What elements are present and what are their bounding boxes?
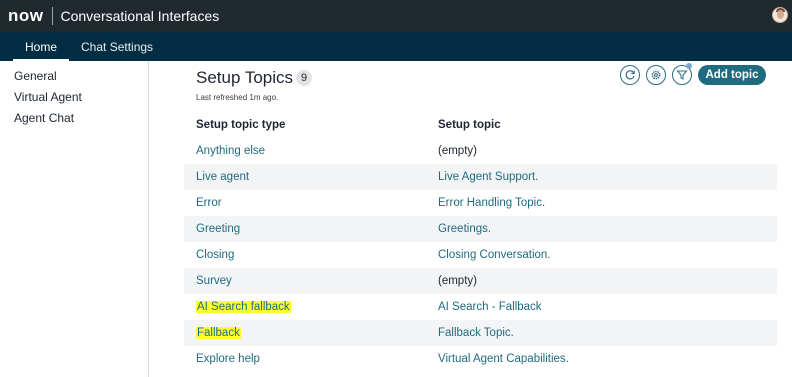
table-row: Live agent Live Agent Support. xyxy=(184,164,777,190)
topic-type-link[interactable]: Explore help xyxy=(196,353,260,365)
topic-type-link[interactable]: Anything else xyxy=(196,145,265,157)
top-header: now Conversational Interfaces xyxy=(0,0,792,32)
topic-link[interactable]: Error Handling Topic. xyxy=(438,197,545,209)
topic-value: (empty) xyxy=(438,145,477,157)
topic-type-link-highlighted[interactable]: Fallback xyxy=(196,327,241,339)
topic-link[interactable]: Fallback Topic. xyxy=(438,327,514,339)
refresh-icon xyxy=(625,70,635,80)
refresh-button[interactable] xyxy=(620,65,640,85)
app-title: Conversational Interfaces xyxy=(60,8,220,24)
topic-link[interactable]: AI Search - Fallback xyxy=(438,301,542,313)
user-avatar[interactable] xyxy=(772,7,788,23)
table-row: Fallback Fallback Topic. xyxy=(184,320,777,346)
last-refreshed-text: Last refreshed 1m ago. xyxy=(196,93,279,102)
topic-count-badge: 9 xyxy=(296,70,312,86)
topic-type-link[interactable]: Closing xyxy=(196,249,234,261)
table-row: Survey (empty) xyxy=(184,268,777,294)
nav-bar: Home Chat Settings xyxy=(0,32,792,61)
table-row: Closing Closing Conversation. xyxy=(184,242,777,268)
topic-type-link[interactable]: Survey xyxy=(196,275,232,287)
setup-topics-table: Setup topic type Setup topic Anything el… xyxy=(184,112,777,372)
sidebar-item-general[interactable]: General xyxy=(0,66,148,87)
sidebar-item-virtual-agent[interactable]: Virtual Agent xyxy=(0,87,148,108)
topic-link[interactable]: Greetings. xyxy=(438,223,491,235)
topic-type-link[interactable]: Live agent xyxy=(196,171,249,183)
sidebar: General Virtual Agent Agent Chat xyxy=(0,61,149,377)
tab-home[interactable]: Home xyxy=(13,32,70,61)
topic-value: (empty) xyxy=(438,275,477,287)
avatar-face xyxy=(777,10,784,19)
table-row: Explore help Virtual Agent Capabilities. xyxy=(184,346,777,372)
topic-type-link-highlighted[interactable]: AI Search fallback xyxy=(196,301,291,313)
filter-icon xyxy=(676,70,688,80)
add-topic-button[interactable]: Add topic xyxy=(698,65,766,85)
sidebar-item-agent-chat[interactable]: Agent Chat xyxy=(0,108,148,129)
settings-button[interactable] xyxy=(646,65,666,85)
topic-link[interactable]: Virtual Agent Capabilities. xyxy=(438,353,569,365)
column-header-topic[interactable]: Setup topic xyxy=(438,119,777,131)
main-content: Setup Topics 9 Last refreshed 1m ago. Ad… xyxy=(150,61,792,377)
column-header-type[interactable]: Setup topic type xyxy=(184,119,438,131)
header-divider xyxy=(51,7,53,25)
topic-type-link[interactable]: Greeting xyxy=(196,223,240,235)
servicenow-logo[interactable]: now xyxy=(8,6,44,26)
table-row: AI Search fallback AI Search - Fallback xyxy=(184,294,777,320)
table-row: Greeting Greetings. xyxy=(184,216,777,242)
filter-button[interactable] xyxy=(672,63,692,85)
table-row: Anything else (empty) xyxy=(184,138,777,164)
table-row: Error Error Handling Topic. xyxy=(184,190,777,216)
topic-link[interactable]: Live Agent Support. xyxy=(438,171,538,183)
tab-chat-settings[interactable]: Chat Settings xyxy=(69,32,165,61)
topic-type-link[interactable]: Error xyxy=(196,197,222,209)
page-title: Setup Topics xyxy=(196,68,294,87)
filter-indicator-dot xyxy=(686,63,692,69)
table-header: Setup topic type Setup topic xyxy=(184,112,777,138)
topic-link[interactable]: Closing Conversation. xyxy=(438,249,551,261)
gear-icon xyxy=(651,70,661,80)
